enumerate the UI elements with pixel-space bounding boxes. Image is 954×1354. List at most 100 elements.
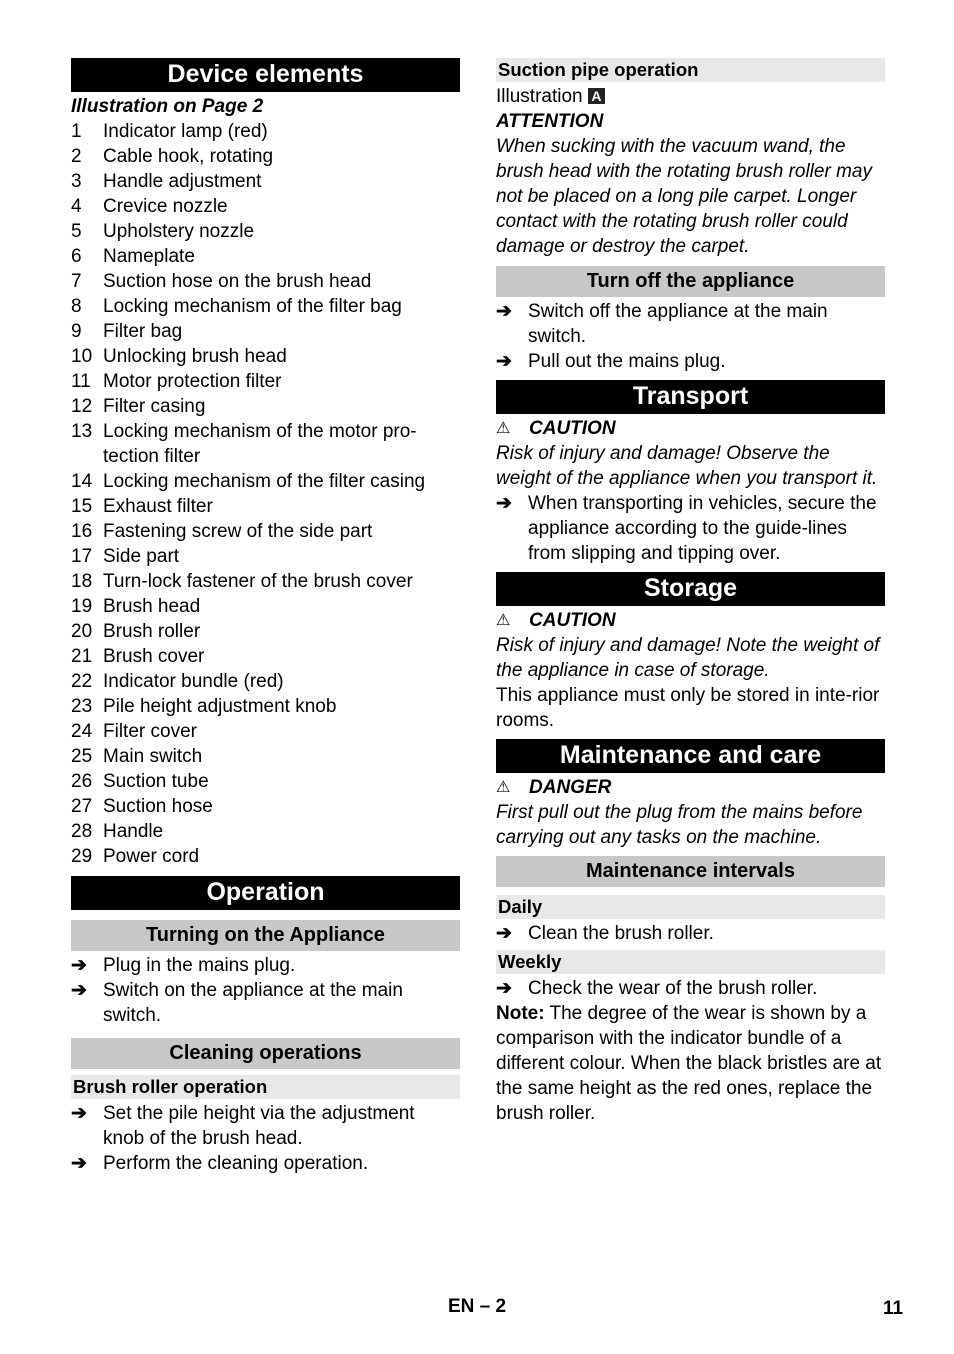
list-item: 5 Upholstery nozzle — [71, 219, 460, 244]
arrow-icon: ➔ — [496, 351, 512, 372]
note-text: The degree of the wear is shown by a com… — [496, 1003, 882, 1124]
item-label: Suction hose on the brush head — [103, 271, 372, 292]
turn-off-steps: ➔ Switch off the appliance at the main sw… — [496, 299, 885, 374]
heading-weekly: Weekly — [496, 950, 885, 974]
turning-on-steps: ➔ Plug in the mains plug. ➔ Switch on the a… — [71, 953, 460, 1028]
item-number: 22 — [71, 671, 93, 692]
list-item: 26 Suction tube — [71, 769, 460, 794]
item-label: Cable hook, rotating — [103, 146, 274, 167]
item-number: 6 — [71, 246, 82, 267]
item-number: 1 — [71, 121, 82, 142]
heading-operation: Operation — [71, 876, 460, 910]
item-number: 3 — [71, 171, 82, 192]
item-label: Brush roller — [103, 621, 201, 642]
item-number: 2 — [71, 146, 82, 167]
arrow-icon: ➔ — [496, 923, 512, 944]
item-label: Side part — [103, 546, 180, 567]
item-number: 21 — [71, 646, 93, 667]
list-item: 12 Filter casing — [71, 394, 460, 419]
illustration-reference: Illustration on Page 2 — [71, 96, 264, 117]
note-paragraph: Note: The degree of the wear is shown by… — [496, 1001, 885, 1126]
danger-label: DANGER — [529, 777, 612, 798]
arrow-icon: ➔ — [71, 1103, 87, 1124]
item-number: 24 — [71, 721, 93, 742]
step-item: ➔ Perform the cleaning operation. — [71, 1151, 460, 1176]
item-label: Exhaust filter — [103, 496, 213, 517]
item-label: Locking mechanism of the motor pro-tecti… — [103, 421, 417, 467]
step-text: Plug in the mains plug. — [103, 955, 296, 976]
transport-warning-text: Risk of injury and damage! Observe the w… — [496, 443, 878, 489]
heading-maintenance: Maintenance and care — [496, 739, 885, 773]
list-item: 8 Locking mechanism of the filter bag — [71, 294, 460, 319]
item-label: Filter cover — [103, 721, 197, 742]
list-item: 19 Brush head — [71, 594, 460, 619]
step-text: Set the pile height via the adjustment k… — [103, 1103, 415, 1149]
heading-maintenance-intervals: Maintenance intervals — [496, 856, 885, 887]
storage-caution: ⚠ CAUTION — [496, 608, 885, 633]
arrow-icon: ➔ — [496, 301, 512, 322]
warning-icon: ⚠ — [496, 612, 511, 629]
arrow-icon: ➔ — [71, 980, 87, 1001]
item-number: 20 — [71, 621, 93, 642]
item-number: 16 — [71, 521, 93, 542]
item-number: 25 — [71, 746, 93, 767]
item-number: 12 — [71, 396, 93, 417]
heading-turning-on: Turning on the Appliance — [71, 920, 460, 951]
item-number: 26 — [71, 771, 93, 792]
item-label: Suction tube — [103, 771, 209, 792]
step-text: Check the wear of the brush roller. — [528, 978, 818, 999]
step-item: ➔ Switch on the appliance at the main swi… — [71, 978, 460, 1028]
heading-brush-roller-operation: Brush roller operation — [71, 1075, 460, 1099]
step-text: When transporting in vehicles, secure th… — [528, 493, 877, 564]
item-number: 28 — [71, 821, 93, 842]
step-item: ➔ Set the pile height via the adjustment … — [71, 1101, 460, 1151]
heading-cleaning-operations: Cleaning operations — [71, 1038, 460, 1069]
illustration-label: Illustration — [496, 86, 583, 107]
list-item: 3 Handle adjustment — [71, 169, 460, 194]
list-item: 7 Suction hose on the brush head — [71, 269, 460, 294]
list-item: 16 Fastening screw of the side part — [71, 519, 460, 544]
item-number: 15 — [71, 496, 93, 517]
item-number: 18 — [71, 571, 93, 592]
item-number: 8 — [71, 296, 82, 317]
step-item: ➔ When transporting in vehicles, secure t… — [496, 491, 885, 566]
heading-device-elements: Device elements — [71, 58, 460, 92]
item-label: Crevice nozzle — [103, 196, 228, 217]
item-label: Nameplate — [103, 246, 195, 267]
right-column: Suction pipe operation Illustration A AT… — [496, 58, 885, 1126]
item-label: Locking mechanism of the filter bag — [103, 296, 402, 317]
item-number: 5 — [71, 221, 82, 242]
storage-warning-text: Risk of injury and damage! Note the weig… — [496, 635, 880, 681]
heading-storage: Storage — [496, 572, 885, 606]
list-item: 4 Crevice nozzle — [71, 194, 460, 219]
item-label: Motor protection filter — [103, 371, 282, 392]
item-number: 9 — [71, 321, 82, 342]
list-item: 17 Side part — [71, 544, 460, 569]
step-item: ➔ Plug in the mains plug. — [71, 953, 460, 978]
item-number: 14 — [71, 471, 93, 492]
step-item: ➔ Pull out the mains plug. — [496, 349, 885, 374]
arrow-icon: ➔ — [496, 978, 512, 999]
list-item: 28 Handle — [71, 819, 460, 844]
illustration-a-icon: A — [587, 88, 605, 104]
daily-steps: ➔ Clean the brush roller. — [496, 921, 885, 946]
attention-label: ATTENTION — [496, 111, 604, 132]
list-item: 18 Turn-lock fastener of the brush cover — [71, 569, 460, 594]
heading-suction-pipe-operation: Suction pipe operation — [496, 58, 885, 82]
item-number: 17 — [71, 546, 93, 567]
brush-roller-steps: ➔ Set the pile height via the adjustment … — [71, 1101, 460, 1176]
item-label: Turn-lock fastener of the brush cover — [103, 571, 413, 592]
list-item: 10 Unlocking brush head — [71, 344, 460, 369]
step-text: Switch off the appliance at the main swi… — [528, 301, 828, 347]
heading-daily: Daily — [496, 895, 885, 919]
list-item: 23 Pile height adjustment knob — [71, 694, 460, 719]
list-item: 27 Suction hose — [71, 794, 460, 819]
list-item: 14 Locking mechanism of the filter casing — [71, 469, 460, 494]
item-label: Indicator lamp (red) — [103, 121, 268, 142]
list-item: 15 Exhaust filter — [71, 494, 460, 519]
item-label: Indicator bundle (red) — [103, 671, 284, 692]
item-label: Main switch — [103, 746, 203, 767]
item-number: 13 — [71, 421, 93, 442]
warning-icon: ⚠ — [496, 420, 511, 437]
item-number: 29 — [71, 846, 93, 867]
